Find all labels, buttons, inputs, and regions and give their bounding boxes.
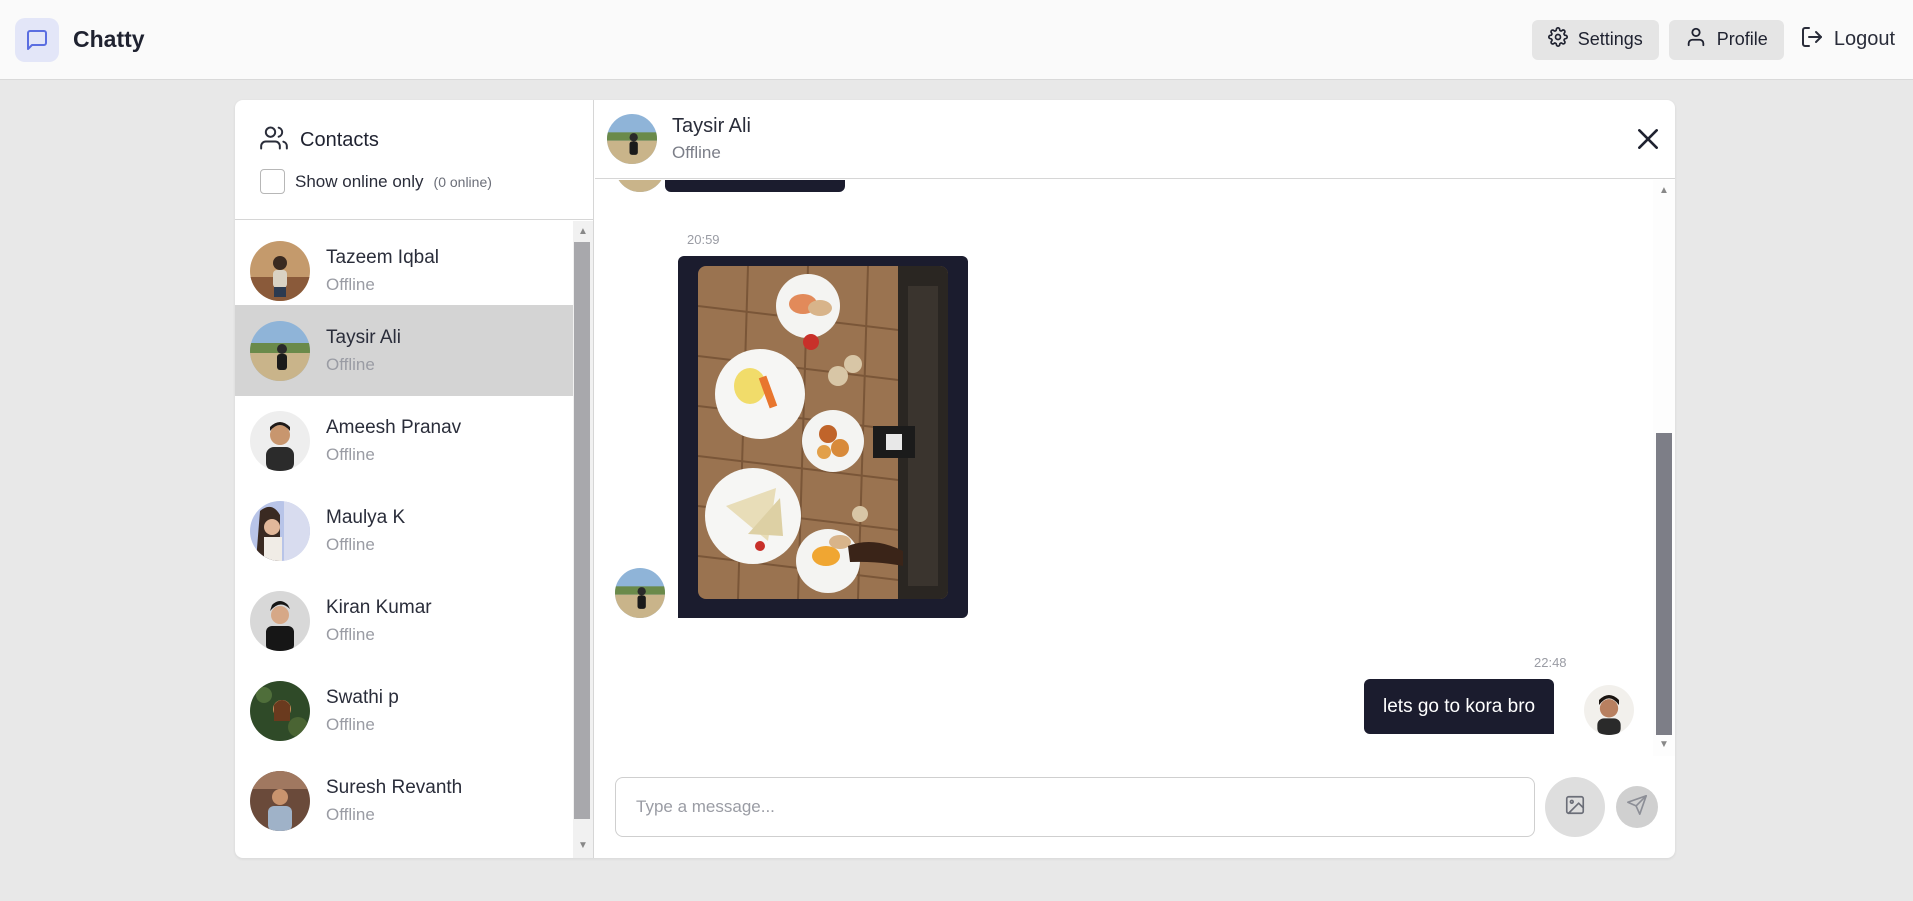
- contacts-sidebar: Contacts Show online only (0 online) Taz…: [235, 100, 594, 858]
- chat-contact-status: Offline: [672, 143, 721, 162]
- image-icon: [1564, 794, 1586, 821]
- avatar: [250, 500, 310, 561]
- settings-label: Settings: [1577, 29, 1643, 49]
- contact-item[interactable]: Swathi p Offline: [235, 665, 573, 756]
- contact-item[interactable]: Kiran Kumar Offline: [235, 575, 573, 666]
- logout-button[interactable]: Logout: [1794, 20, 1895, 60]
- scroll-up-icon[interactable]: ▲: [1659, 186, 1669, 196]
- contact-name: Kiran Kumar: [326, 596, 432, 618]
- avatar: [250, 240, 310, 301]
- contact-name: Swathi p: [326, 686, 399, 708]
- sidebar-header: Contacts Show online only (0 online): [235, 100, 593, 220]
- profile-label: Profile: [1716, 29, 1768, 49]
- contact-status: Offline: [326, 354, 375, 374]
- scroll-up-icon[interactable]: ▲: [578, 227, 588, 237]
- navbar: Chatty Settings Profile Logout: [0, 0, 1913, 80]
- contact-name: Tazeem Iqbal: [326, 246, 440, 268]
- app-name: Chatty: [73, 26, 145, 52]
- profile-button[interactable]: Profile: [1668, 19, 1784, 60]
- contact-item[interactable]: Maulya K Offline: [235, 485, 573, 576]
- online-count: (0 online): [433, 173, 492, 190]
- chat-contact-name: Taysir Ali: [672, 115, 751, 137]
- avatar: [250, 680, 310, 741]
- message-list: 20:59 22:48 lets go to kora bro ▲ ▼: [595, 180, 1675, 756]
- contact-status: Offline: [326, 274, 375, 294]
- avatar: [250, 590, 310, 651]
- send-icon: [1626, 794, 1648, 821]
- contact-item[interactable]: Ameesh Pranav Offline: [235, 395, 573, 486]
- show-online-checkbox[interactable]: [260, 169, 285, 194]
- contacts-title: Contacts: [260, 124, 568, 157]
- contact-name: Taysir Ali: [326, 326, 401, 348]
- contact-name: Suresh Revanth: [326, 776, 463, 798]
- contact-list: Tazeem Iqbal Offline Taysir Ali Offline: [235, 221, 594, 858]
- text-message-bubble[interactable]: lets go to kora bro: [1364, 679, 1555, 734]
- settings-button[interactable]: Settings: [1531, 19, 1659, 60]
- contact-status: Offline: [326, 624, 375, 644]
- scroll-down-icon[interactable]: ▼: [1659, 740, 1669, 750]
- contact-name: Ameesh Pranav: [326, 416, 462, 438]
- message-bubble-partial: [665, 180, 845, 192]
- scroll-down-icon[interactable]: ▼: [578, 841, 588, 851]
- my-avatar: [1584, 685, 1634, 735]
- user-icon: [1685, 26, 1707, 53]
- chat-panel: Taysir Ali Offline 20:59 22:48 lets go t…: [595, 100, 1675, 858]
- chat-scrollbar-thumb[interactable]: [1656, 433, 1672, 735]
- contact-item-active[interactable]: Taysir Ali Offline: [235, 305, 573, 396]
- message-time: 22:48: [1534, 655, 1567, 670]
- close-icon[interactable]: [1635, 126, 1661, 157]
- contact-item[interactable]: Suresh Revanth Offline: [235, 755, 573, 846]
- image-message-bubble[interactable]: [678, 256, 968, 618]
- contact-status: Offline: [326, 444, 375, 464]
- avatar: [615, 180, 665, 192]
- avatar: [250, 770, 310, 831]
- logout-label: Logout: [1833, 28, 1895, 50]
- brand[interactable]: Chatty: [15, 17, 145, 62]
- avatar: [250, 410, 310, 471]
- gear-icon: [1547, 27, 1568, 52]
- contact-status: Offline: [326, 534, 375, 554]
- message-image[interactable]: [698, 266, 948, 599]
- attach-image-button[interactable]: [1545, 777, 1605, 837]
- contact-status: Offline: [326, 714, 375, 734]
- send-button[interactable]: [1616, 786, 1658, 828]
- contact-status: Offline: [326, 804, 375, 824]
- chat-avatar: [607, 114, 657, 164]
- chat-card: Contacts Show online only (0 online) Taz…: [235, 100, 1675, 858]
- contacts-scrollbar-thumb[interactable]: [574, 242, 590, 819]
- avatar: [615, 568, 665, 618]
- logout-icon: [1800, 25, 1824, 55]
- message-composer: [595, 756, 1675, 858]
- users-icon: [260, 124, 288, 157]
- message-time: 20:59: [687, 232, 720, 247]
- show-online-label[interactable]: Show online only: [295, 172, 424, 192]
- nav-actions: Settings Profile Logout: [1531, 19, 1895, 60]
- contacts-heading: Contacts: [300, 129, 379, 151]
- contact-name: Maulya K: [326, 506, 406, 528]
- message-square-icon: [15, 17, 59, 62]
- online-filter: Show online only (0 online): [260, 169, 568, 194]
- message-input[interactable]: [615, 777, 1535, 837]
- chat-header: Taysir Ali Offline: [595, 100, 1675, 179]
- contact-item[interactable]: Tazeem Iqbal Offline: [235, 225, 573, 316]
- avatar: [250, 320, 310, 381]
